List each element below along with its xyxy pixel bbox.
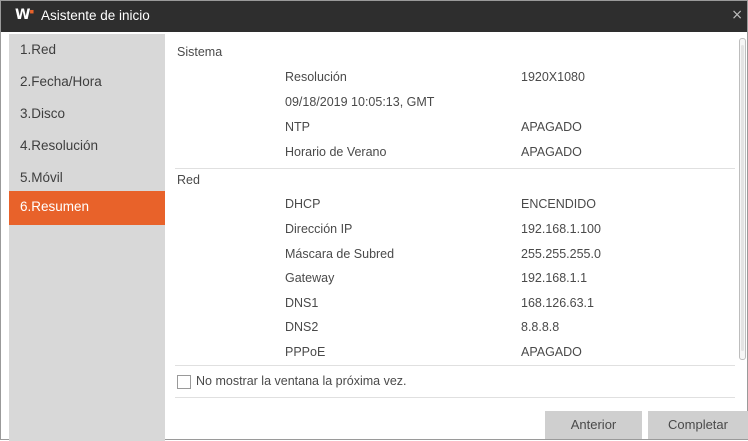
scrollbar-thumb[interactable]	[741, 45, 744, 351]
finish-button[interactable]: Completar	[648, 411, 748, 439]
row-value: APAGADO	[521, 145, 582, 159]
row-label: Máscara de Subred	[285, 247, 395, 261]
row-label: Resolución	[285, 70, 347, 84]
row-label: 09/18/2019 10:05:13, GMT	[285, 95, 435, 109]
section-heading-red: Red	[177, 173, 200, 187]
row-label: PPPoE	[285, 345, 326, 359]
row-value: APAGADO	[521, 345, 582, 359]
sidebar-item-label: 2.Fecha/Hora	[20, 74, 102, 89]
sidebar-item-fecha-hora[interactable]: 2.Fecha/Hora	[9, 66, 165, 98]
sidebar-item-label: 4.Resolución	[20, 138, 99, 153]
summary-row: Dirección IP 192.168.1.100	[165, 218, 735, 242]
sidebar-item-label: 3.Disco	[20, 106, 66, 121]
row-value: 192.168.1.100	[521, 222, 601, 236]
footer-divider	[175, 365, 735, 366]
summary-row: NTP APAGADO	[165, 116, 735, 140]
summary-panel: Sistema Resolución 1920X1080 09/18/2019 …	[165, 34, 748, 440]
row-value: 255.255.255.0	[521, 247, 601, 261]
sidebar-item-label: 1.Red	[20, 42, 57, 57]
row-value: APAGADO	[521, 120, 582, 134]
close-icon[interactable]: ×	[731, 7, 743, 23]
previous-button[interactable]: Anterior	[545, 411, 642, 439]
row-label: Horario de Verano	[285, 145, 387, 159]
summary-row: 09/18/2019 10:05:13, GMT	[165, 91, 735, 115]
dont-show-again-checkbox[interactable]	[177, 375, 191, 389]
row-label: DNS2	[285, 320, 319, 334]
sidebar-item-label: 6.Resumen	[20, 199, 90, 214]
window-title: Asistente de inicio	[41, 8, 150, 23]
row-value: ENCENDIDO	[521, 197, 597, 211]
row-value: 168.126.63.1	[521, 296, 594, 310]
sidebar-item-movil[interactable]: 5.Móvil	[9, 162, 165, 194]
row-label: Gateway	[285, 271, 335, 285]
summary-row: PPPoE APAGADO	[165, 341, 735, 365]
dont-show-again-label[interactable]: No mostrar la ventana la próxima vez.	[196, 374, 407, 388]
row-value: 192.168.1.1	[521, 271, 588, 285]
section-heading-sistema: Sistema	[177, 45, 223, 59]
row-value: 1920X1080	[521, 70, 585, 84]
summary-row: DNS2 8.8.8.8	[165, 316, 735, 340]
title-bar: W▪ Asistente de inicio ×	[1, 1, 747, 32]
buttons-divider	[175, 397, 735, 398]
row-value: 8.8.8.8	[521, 320, 560, 334]
sidebar-item-resolucion[interactable]: 4.Resolución	[9, 130, 165, 162]
brand-logo-icon: W▪	[15, 7, 34, 23]
row-label: Dirección IP	[285, 222, 353, 236]
summary-row: Resolución 1920X1080	[165, 66, 735, 90]
sidebar-item-red[interactable]: 1.Red	[9, 34, 165, 66]
summary-row: DNS1 168.126.63.1	[165, 292, 735, 316]
wizard-window: W▪ Asistente de inicio × 1.Red 2.Fecha/H…	[0, 0, 748, 441]
summary-scrollbar[interactable]	[739, 38, 746, 360]
sidebar-item-label: 5.Móvil	[20, 170, 63, 185]
row-label: NTP	[285, 120, 310, 134]
sidebar-item-disco[interactable]: 3.Disco	[9, 98, 165, 130]
section-divider	[175, 168, 735, 169]
summary-row: Gateway 192.168.1.1	[165, 267, 735, 291]
summary-row: DHCP ENCENDIDO	[165, 193, 735, 217]
summary-row: Máscara de Subred 255.255.255.0	[165, 243, 735, 267]
row-label: DHCP	[285, 197, 321, 211]
row-label: DNS1	[285, 296, 319, 310]
wizard-steps-sidebar: 1.Red 2.Fecha/Hora 3.Disco 4.Resolución …	[9, 34, 165, 441]
summary-row: Horario de Verano APAGADO	[165, 141, 735, 165]
sidebar-item-resumen[interactable]: 6.Resumen	[9, 191, 165, 225]
